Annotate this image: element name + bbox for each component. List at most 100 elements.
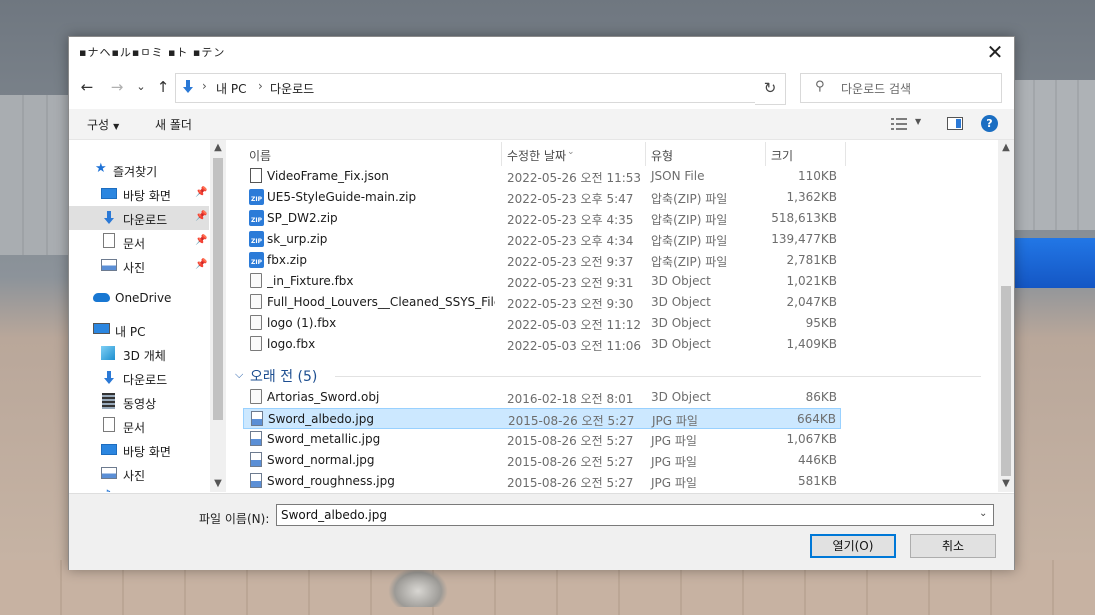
sidebar-item-documents[interactable]: 문서 — [97, 414, 209, 438]
sidebar-item-label: 사진 — [123, 261, 146, 275]
file-name: fbx.zip — [267, 253, 308, 267]
file-row[interactable]: Sword_metallic.jpg 2015-08-26 오전 5:27 JPG … — [243, 429, 841, 450]
image-file-icon — [250, 452, 262, 467]
scroll-up-arrow-icon[interactable]: ▲ — [210, 142, 226, 153]
breadcrumb-my-pc[interactable]: 내 PC — [216, 80, 246, 97]
forward-button[interactable]: → — [107, 77, 127, 97]
up-button[interactable]: ↑ — [153, 77, 173, 97]
file-name: logo (1).fbx — [267, 316, 337, 330]
organize-label: 구성 — [87, 118, 110, 132]
sidebar-item-videos[interactable]: 동영상 — [97, 390, 209, 414]
search-icon: ⚲ — [815, 79, 825, 94]
scrollbar-thumb[interactable] — [213, 158, 223, 420]
pin-icon: 📌 — [195, 211, 208, 222]
cancel-button[interactable]: 취소 — [910, 534, 996, 558]
breadcrumb-downloads[interactable]: 다운로드 — [270, 80, 314, 97]
dialog-footer: 파일 이름(N): ⌄ 열기(O) 취소 — [69, 493, 1014, 570]
refresh-button[interactable]: ↻ — [755, 73, 786, 105]
file-name: SP_DW2.zip — [267, 211, 338, 225]
sidebar-item-this-pc[interactable]: 내 PC — [91, 318, 209, 342]
zip-file-icon: ZIP — [249, 189, 264, 205]
file-row[interactable]: VideoFrame_Fix.json 2022-05-26 오전 11:53 JS… — [243, 166, 841, 187]
column-header-type-label: 유형 — [651, 149, 674, 163]
file-type: JSON File — [651, 169, 705, 183]
pin-icon: 📌 — [195, 259, 208, 270]
sidebar-item-downloads[interactable]: 다운로드 — [97, 366, 209, 390]
file-name: _in_Fixture.fbx — [267, 274, 354, 288]
sidebar-item-documents-pinned[interactable]: 문서 📌 — [97, 230, 209, 254]
file-row[interactable]: ZIP fbx.zip 2022-05-23 오전 9:37 압축(ZIP) 파일 2,… — [243, 250, 841, 271]
file-row[interactable]: Artorias_Sword.obj 2016-02-18 오전 8:01 3D O… — [243, 387, 841, 408]
sidebar-item-3d-objects[interactable]: 3D 개체 — [97, 342, 209, 366]
file-list-pane: 이름 수정한 날짜 ⌄ 유형 크기 VideoFrame_Fix.json 202… — [227, 140, 1014, 492]
file-pane-scrollbar[interactable]: ▲ ▼ — [998, 140, 1014, 492]
filename-input[interactable] — [276, 504, 994, 526]
sidebar-item-onedrive[interactable]: OneDrive — [91, 286, 209, 310]
file-type: JPG 파일 — [651, 476, 697, 490]
scroll-down-arrow-icon[interactable]: ▼ — [998, 478, 1014, 489]
column-header-date-label: 수정한 날짜 — [507, 149, 567, 163]
sidebar-item-pictures[interactable]: 사진 — [97, 462, 209, 486]
file-date: 2015-08-26 오전 5:27 — [507, 434, 634, 448]
sidebar-item-desktop[interactable]: 바탕 화면 — [97, 438, 209, 462]
file-row[interactable]: Full_Hood_Louvers__Cleaned_SSYS_File....… — [243, 292, 841, 313]
sidebar-item-label: 즐겨찾기 — [113, 165, 158, 179]
sidebar-item-quick-access[interactable]: ★ 즐겨찾기 — [91, 158, 209, 182]
file-row[interactable]: ZIP UE5-StyleGuide-main.zip 2022-05-23 오후 … — [243, 187, 841, 208]
file-type: 3D Object — [651, 337, 711, 351]
3d-object-icon — [250, 389, 262, 404]
video-icon — [102, 393, 115, 409]
sidebar-item-pictures-pinned[interactable]: 사진 📌 — [97, 254, 209, 278]
file-row[interactable]: _in_Fixture.fbx 2022-05-23 오전 9:31 3D Obje… — [243, 271, 841, 292]
help-button[interactable]: ? — [981, 115, 998, 132]
recent-locations-button[interactable]: ⌄ — [131, 77, 151, 97]
nav-pane-scrollbar[interactable]: ▲ ▼ — [210, 140, 226, 492]
column-header-size[interactable]: 크기 — [765, 142, 846, 166]
3d-object-icon — [250, 273, 262, 288]
close-button[interactable]: ✕ — [982, 39, 1008, 65]
sidebar-item-label: 동영상 — [123, 397, 157, 411]
sidebar-item-desktop-pinned[interactable]: 바탕 화면 📌 — [97, 182, 209, 206]
file-size: 446KB — [797, 453, 837, 467]
file-row[interactable]: ZIP SP_DW2.zip 2022-05-23 오후 4:35 압축(ZIP) 파… — [243, 208, 841, 229]
file-name: Sword_metallic.jpg — [267, 432, 381, 446]
back-button[interactable]: ← — [77, 77, 97, 97]
scrollbar-thumb[interactable] — [1001, 286, 1011, 476]
file-row[interactable]: logo (1).fbx 2022-05-03 오전 11:12 3D Object… — [243, 313, 841, 334]
chevron-down-icon[interactable]: ⌄ — [979, 508, 987, 519]
scroll-down-arrow-icon[interactable]: ▼ — [210, 478, 226, 489]
file-type: 압축(ZIP) 파일 — [651, 213, 728, 227]
file-type: 압축(ZIP) 파일 — [651, 192, 728, 206]
column-header-size-label: 크기 — [771, 149, 794, 163]
file-row[interactable]: logo.fbx 2022-05-03 오전 11:06 3D Object 1,40… — [243, 334, 841, 355]
cloud-icon — [93, 293, 110, 302]
file-row[interactable]: Sword_normal.jpg 2015-08-26 오전 5:27 JPG 파일… — [243, 450, 841, 471]
group-header-older[interactable]: ⌵ 오래 전 (5) — [235, 366, 981, 386]
scroll-up-arrow-icon[interactable]: ▲ — [998, 142, 1014, 153]
column-header-date[interactable]: 수정한 날짜 ⌄ — [501, 142, 646, 166]
address-bar[interactable]: › 내 PC › 다운로드 ⌄ — [175, 73, 784, 103]
file-size: 86KB — [805, 390, 837, 404]
file-open-dialog: ▪ナヘ▪ル▪ㅁミ ▪ト ▪テン ✕ ← → ⌄ ↑ › 내 PC › 다운로드 … — [68, 36, 1015, 570]
sidebar-item-music[interactable]: ♪ 음악 — [97, 486, 209, 492]
search-box[interactable]: ⚲ 다운로드 검색 — [800, 73, 1002, 103]
pin-icon: 📌 — [195, 187, 208, 198]
file-date: 2015-08-26 오전 5:27 — [507, 455, 634, 469]
file-date: 2022-05-03 오전 11:12 — [507, 318, 642, 332]
file-row[interactable]: ZIP sk_urp.zip 2022-05-23 오후 4:34 압축(ZIP) 파… — [243, 229, 841, 250]
file-date: 2022-05-23 오후 5:47 — [507, 192, 634, 206]
file-row[interactable]: Sword_roughness.jpg 2015-08-26 오전 5:27 JPG… — [243, 471, 841, 492]
new-folder-button[interactable]: 새 폴더 — [155, 116, 192, 133]
column-header-name[interactable]: 이름 — [243, 142, 502, 166]
organize-button[interactable]: 구성 ▼ — [87, 116, 119, 133]
download-icon — [183, 80, 193, 93]
view-details-icon[interactable] — [891, 118, 907, 130]
view-options-caret-icon[interactable]: ▼ — [915, 117, 921, 126]
file-size: 2,781KB — [786, 253, 837, 267]
file-row[interactable]: Sword_albedo.jpg 2015-08-26 오전 5:27 JPG 파일… — [243, 408, 841, 429]
preview-pane-icon[interactable] — [947, 117, 963, 130]
column-header-type[interactable]: 유형 — [645, 142, 766, 166]
column-header-name-label: 이름 — [249, 149, 272, 163]
sidebar-item-downloads-pinned[interactable]: 다운로드 📌 — [69, 206, 209, 230]
open-button[interactable]: 열기(O) — [810, 534, 896, 558]
